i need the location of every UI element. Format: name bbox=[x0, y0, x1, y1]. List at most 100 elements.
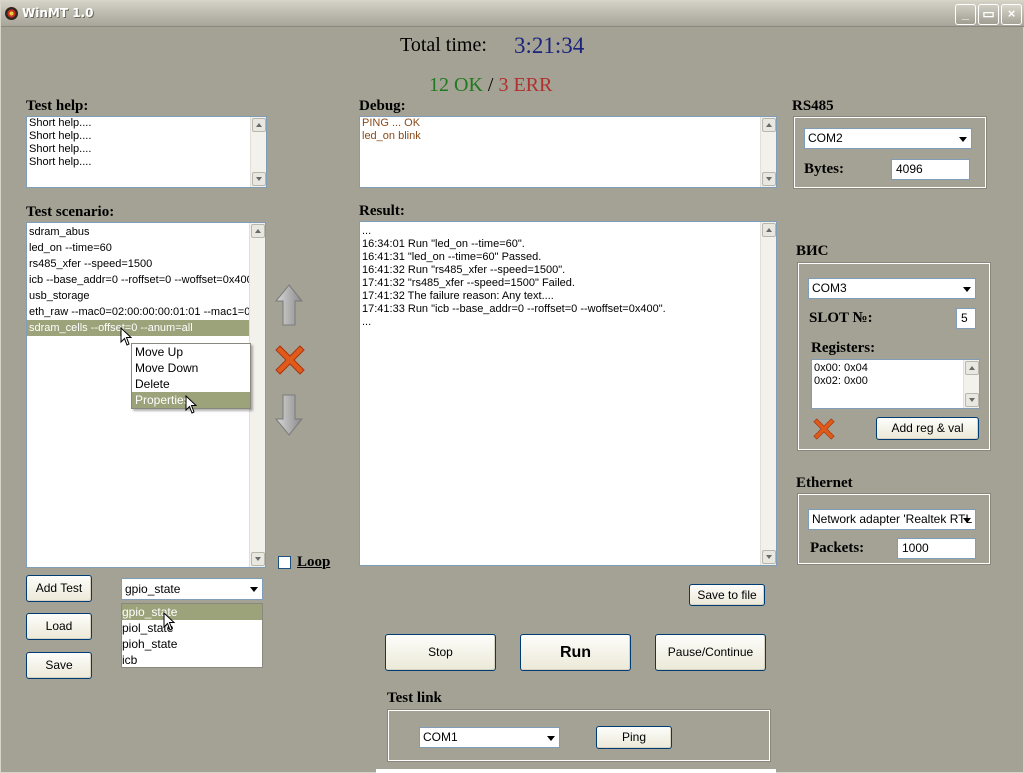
scenario-item[interactable]: usb_storage bbox=[27, 288, 265, 304]
loop-label: Loop bbox=[297, 554, 331, 570]
scroll-down-icon[interactable] bbox=[251, 552, 265, 566]
test-link-port-select[interactable]: COM1 bbox=[419, 727, 560, 748]
test-select-value: gpio_state bbox=[125, 582, 181, 596]
red-x-icon[interactable] bbox=[811, 416, 837, 442]
registers-label: Registers: bbox=[811, 340, 876, 356]
debug-line: PING ... OK bbox=[362, 117, 421, 129]
scenario-item[interactable]: icb --base_addr=0 --roffset=0 --woffset=… bbox=[27, 272, 265, 288]
test-select-option[interactable]: piol_state bbox=[122, 620, 262, 636]
maximize-button[interactable]: ▭ bbox=[978, 4, 999, 25]
loop-checkbox[interactable] bbox=[278, 556, 291, 569]
ping-button[interactable]: Ping bbox=[596, 726, 672, 749]
result-line: 17:41:33 Run "icb --base_addr=0 --roffse… bbox=[362, 303, 666, 315]
scroll-down-icon[interactable] bbox=[762, 550, 776, 564]
app-logo-icon bbox=[5, 7, 18, 20]
close-button[interactable]: × bbox=[1001, 4, 1022, 25]
packets-label: Packets: bbox=[810, 540, 865, 556]
chevron-down-icon[interactable] bbox=[547, 735, 555, 741]
scenario-item[interactable]: led_on --time=60 bbox=[27, 240, 265, 256]
vips-port-value: COM3 bbox=[812, 281, 847, 295]
ethernet-label: Ethernet bbox=[796, 475, 853, 491]
context-menu-item[interactable]: Move Up bbox=[132, 344, 250, 360]
result-line: 16:34:01 Run "led_on --time=60". bbox=[362, 238, 525, 250]
context-menu-item[interactable]: Delete bbox=[132, 376, 250, 392]
scenario-item[interactable]: sdram_abus bbox=[27, 224, 265, 240]
scenario-item[interactable]: eth_raw --mac0=02:00:00:00:01:01 --mac1=… bbox=[27, 304, 265, 320]
debug-scrollbar[interactable] bbox=[760, 117, 776, 187]
test-help-label: Test help: bbox=[26, 98, 89, 114]
load-button[interactable]: Load bbox=[26, 613, 92, 640]
scroll-up-icon[interactable] bbox=[965, 361, 979, 375]
result-label: Result: bbox=[359, 203, 405, 219]
scroll-up-icon[interactable] bbox=[252, 118, 266, 132]
register-line: 0x00: 0x04 bbox=[814, 362, 868, 374]
minimize-button[interactable]: _ bbox=[955, 4, 976, 25]
pause-continue-button[interactable]: Pause/Continue bbox=[655, 634, 766, 671]
bytes-label: Bytes: bbox=[804, 161, 844, 177]
vips-port-select[interactable]: COM3 bbox=[808, 278, 976, 299]
test-select-option[interactable]: pioh_state bbox=[122, 636, 262, 652]
add-reg-button[interactable]: Add reg & val bbox=[876, 417, 979, 440]
result-textbox[interactable]: ... 16:34:01 Run "led_on --time=60". 16:41… bbox=[359, 221, 777, 566]
result-scrollbar[interactable] bbox=[760, 222, 776, 565]
test-scenario-label: Test scenario: bbox=[26, 204, 115, 220]
err-count: 3 ERR bbox=[498, 74, 553, 96]
result-line: 16:41:32 Run "rs485_xfer --speed=1500". bbox=[362, 264, 566, 276]
red-x-icon[interactable] bbox=[272, 342, 308, 378]
ethernet-adapter-value: Network adapter 'Realtek RTL bbox=[812, 512, 973, 526]
result-line: ... bbox=[362, 316, 372, 328]
slot-field[interactable]: 5 bbox=[956, 308, 976, 329]
ethernet-adapter-select[interactable]: Network adapter 'Realtek RTL bbox=[808, 509, 976, 530]
packets-field[interactable]: 1000 bbox=[897, 538, 976, 559]
bottom-divider bbox=[376, 769, 776, 773]
register-line: 0x02: 0x00 bbox=[814, 375, 868, 387]
stop-button[interactable]: Stop bbox=[385, 634, 496, 671]
ok-count: 12 OK bbox=[429, 74, 483, 96]
save-button[interactable]: Save bbox=[26, 652, 92, 679]
result-line: 17:41:32 "rs485_xfer --speed=1500" Faile… bbox=[362, 277, 575, 289]
scroll-down-icon[interactable] bbox=[252, 172, 266, 186]
help-scrollbar[interactable] bbox=[250, 117, 266, 187]
bytes-field[interactable]: 4096 bbox=[891, 159, 970, 180]
scroll-down-icon[interactable] bbox=[762, 172, 776, 186]
help-line: Short help.... bbox=[29, 130, 92, 142]
test-help-textbox[interactable]: Short help.... Short help.... Short help..… bbox=[26, 116, 267, 188]
result-line: ... bbox=[362, 225, 372, 237]
scenario-scrollbar[interactable] bbox=[249, 223, 265, 567]
window-title: WinMT 1.0 bbox=[22, 6, 94, 20]
chevron-down-icon[interactable] bbox=[963, 286, 971, 292]
scenario-item[interactable]: sdram_cells --offset=0 --anum=all bbox=[27, 320, 265, 336]
mouse-pointer-icon bbox=[120, 327, 133, 346]
test-select-option[interactable]: icb bbox=[122, 652, 262, 668]
vips-label: ВИС bbox=[796, 243, 829, 259]
test-select-option[interactable]: gpio_state bbox=[122, 604, 262, 620]
help-line: Short help.... bbox=[29, 117, 92, 129]
chevron-down-icon[interactable] bbox=[959, 136, 967, 142]
arrow-down-icon[interactable] bbox=[274, 393, 304, 437]
arrow-up-icon[interactable] bbox=[274, 283, 304, 327]
chevron-down-icon[interactable] bbox=[250, 587, 258, 592]
add-test-button[interactable]: Add Test bbox=[26, 575, 92, 602]
registers-scrollbar[interactable] bbox=[963, 360, 979, 408]
title-bar[interactable]: WinMT 1.0 _ ▭ × bbox=[1, 1, 1024, 27]
test-select[interactable]: gpio_state bbox=[121, 578, 263, 600]
rs485-port-select[interactable]: COM2 bbox=[804, 128, 972, 149]
total-time-label: Total time: bbox=[400, 34, 487, 56]
scenario-item[interactable]: rs485_xfer --speed=1500 bbox=[27, 256, 265, 272]
context-menu-item[interactable]: Move Down bbox=[132, 360, 250, 376]
chevron-down-icon[interactable] bbox=[963, 517, 971, 523]
debug-textbox[interactable]: PING ... OK led_on blink bbox=[359, 116, 777, 188]
scroll-up-icon[interactable] bbox=[762, 223, 776, 237]
total-time-value: 3:21:34 bbox=[514, 33, 585, 58]
scroll-up-icon[interactable] bbox=[251, 224, 265, 238]
run-button[interactable]: Run bbox=[520, 634, 631, 671]
summary-separator: / bbox=[487, 74, 494, 96]
test-link-label: Test link bbox=[387, 690, 442, 706]
registers-textbox[interactable]: 0x00: 0x04 0x02: 0x00 bbox=[811, 359, 980, 409]
save-to-file-button[interactable]: Save to file bbox=[689, 584, 765, 606]
scroll-down-icon[interactable] bbox=[965, 393, 979, 407]
slot-label: SLOT №: bbox=[809, 310, 873, 326]
test-select-dropdown: gpio_state piol_state pioh_state icb bbox=[121, 603, 263, 668]
help-line: Short help.... bbox=[29, 156, 92, 168]
scroll-up-icon[interactable] bbox=[762, 118, 776, 132]
